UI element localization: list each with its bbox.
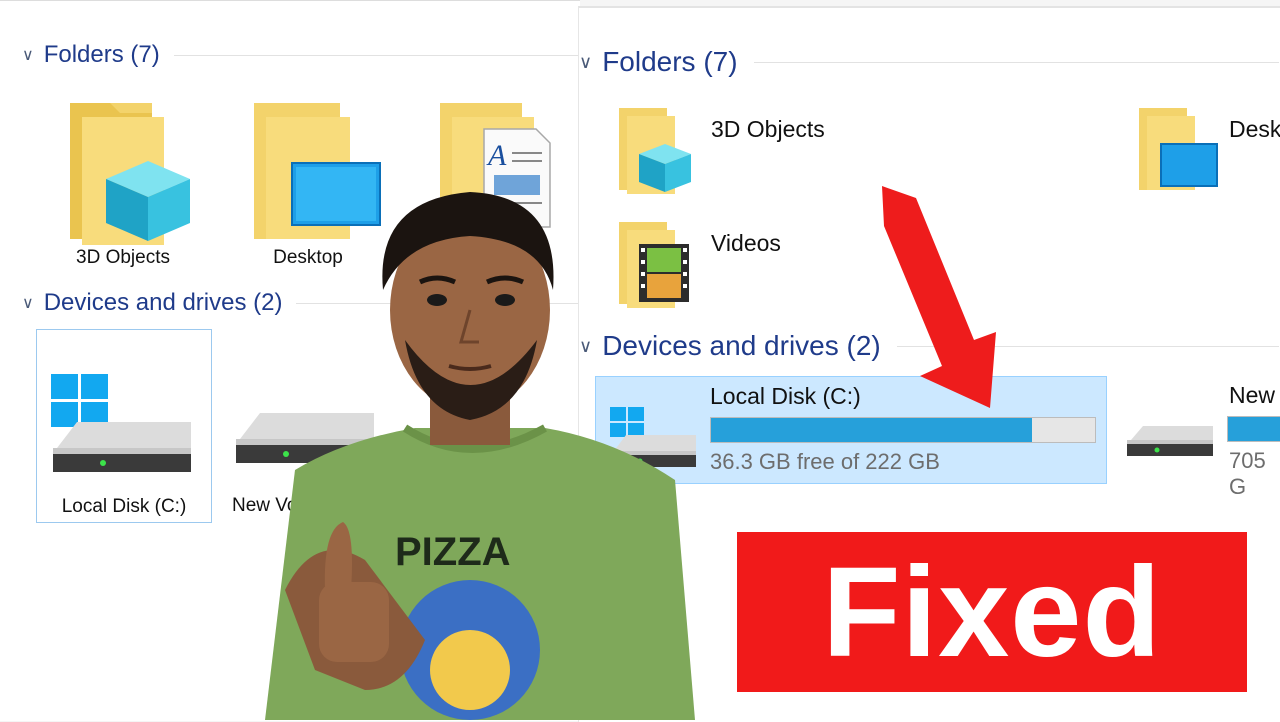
folders-section-header[interactable]: ∨ Folders (7) xyxy=(22,41,578,69)
folder-label: 3D Objects xyxy=(76,247,170,268)
section-divider xyxy=(753,61,1279,63)
svg-text:A: A xyxy=(486,139,507,172)
drive-free-space-text: 705 G xyxy=(1229,448,1266,499)
folder-3d-objects-icon xyxy=(70,103,190,245)
drive-label: Local Disk (C:) xyxy=(710,383,861,409)
person-thumbs-up-image: PIZZA xyxy=(265,192,695,720)
folder-item-desktop[interactable]: Desk xyxy=(1135,104,1280,200)
folder-desktop-icon xyxy=(1139,108,1218,190)
windows-drive-icon xyxy=(51,374,191,472)
drive-usage-bar xyxy=(710,417,1096,443)
drive-usage-bar xyxy=(1227,416,1280,442)
fixed-badge: Fixed xyxy=(737,532,1247,692)
folders-header-label: Folders (7) xyxy=(43,41,160,68)
folders-header-label: Folders (7) xyxy=(602,46,738,77)
folder-label: 3D Objects xyxy=(711,116,825,142)
folder-label: Videos xyxy=(711,230,781,256)
drive-icon xyxy=(1127,426,1213,456)
devices-header-label: Devices and drives (2) xyxy=(43,289,283,316)
folders-section-header[interactable]: ∨ Folders (7) xyxy=(579,46,1279,78)
drive-usage-fill xyxy=(711,418,1033,442)
chevron-down-icon[interactable]: ∨ xyxy=(22,45,34,65)
drive-label: Local Disk (C:) xyxy=(61,496,187,517)
drive-free-space-text: 36.3 GB free of 222 GB xyxy=(710,449,940,474)
drive-item-local-disk[interactable]: Local Disk (C:) xyxy=(36,329,212,523)
fixed-badge-text: Fixed xyxy=(822,540,1162,684)
folder-label: Desk xyxy=(1229,116,1280,142)
section-divider xyxy=(173,54,578,56)
drive-usage-fill xyxy=(1228,417,1280,441)
chevron-down-icon[interactable]: ∨ xyxy=(22,293,34,313)
folder-item-3d-objects[interactable]: 3D Objects xyxy=(60,99,200,277)
red-arrow-icon xyxy=(882,186,996,408)
drive-label: New xyxy=(1229,382,1276,408)
drive-item-new-volume[interactable]: New 705 G xyxy=(1119,376,1280,499)
shirt-print-text: PIZZA xyxy=(395,530,511,574)
chevron-down-icon[interactable]: ∨ xyxy=(579,52,592,73)
